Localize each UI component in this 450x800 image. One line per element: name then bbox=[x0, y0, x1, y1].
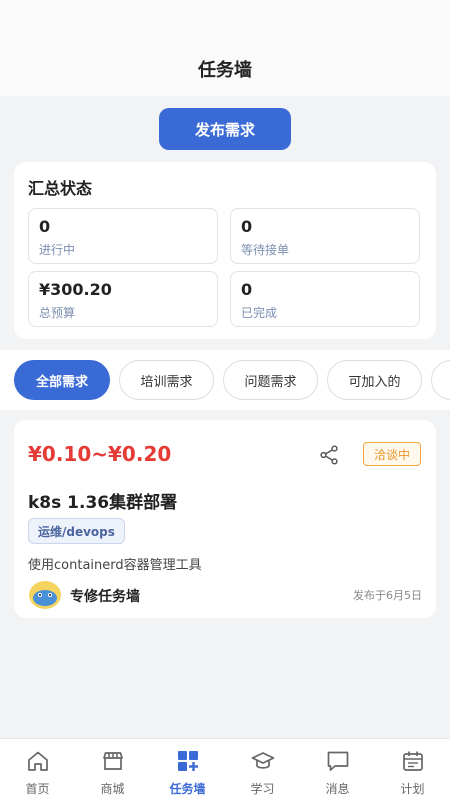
filter-tabs: 全部需求 培训需求 问题需求 可加入的 bbox=[0, 350, 450, 410]
store-icon bbox=[103, 752, 123, 770]
tab-training[interactable]: 培训需求 bbox=[119, 360, 214, 400]
task-title: k8s 1.36集群部署 bbox=[28, 493, 178, 513]
nav-store[interactable]: 商城 bbox=[75, 747, 150, 797]
stat-in-progress[interactable]: 0 进行中 bbox=[28, 208, 218, 264]
stat-value: 0 bbox=[241, 217, 253, 236]
nav-label: 任务墙 bbox=[169, 782, 206, 796]
publish-request-button[interactable]: 发布需求 bbox=[159, 108, 291, 150]
task-author: 专修任务墙 bbox=[70, 589, 140, 605]
message-icon bbox=[327, 751, 349, 771]
task-date: 发布于6月5日 bbox=[353, 589, 422, 602]
task-description: 使用containerd容器管理工具 bbox=[28, 558, 202, 573]
home-icon bbox=[28, 751, 48, 771]
summary-title: 汇总状态 bbox=[28, 179, 93, 198]
tab-all[interactable]: 全部需求 bbox=[14, 360, 110, 400]
grid-plus-icon bbox=[178, 751, 198, 771]
nav-home[interactable]: 首页 bbox=[0, 747, 75, 797]
stat-label: 进行中 bbox=[39, 243, 76, 257]
stat-value: ¥300.20 bbox=[39, 280, 112, 299]
nav-messages[interactable]: 消息 bbox=[300, 747, 375, 797]
bottom-nav: 首页 商城 任务墙 学习 消息 计划 bbox=[0, 738, 450, 800]
stat-label: 等待接单 bbox=[241, 243, 290, 257]
task-price: ¥0.10~¥0.20 bbox=[28, 442, 172, 466]
nav-plan[interactable]: 计划 bbox=[375, 747, 450, 797]
summary-card: 汇总状态 0 进行中 0 等待接单 ¥300.20 总预算 0 已完成 bbox=[14, 162, 436, 339]
page-title: 任务墙 bbox=[198, 60, 252, 81]
nav-task-wall[interactable]: 任务墙 bbox=[150, 747, 225, 797]
nav-label: 学习 bbox=[250, 782, 275, 796]
tab-more[interactable] bbox=[431, 360, 450, 400]
task-tag: 运维/devops bbox=[28, 518, 125, 544]
nav-label: 消息 bbox=[325, 782, 350, 796]
nav-learn[interactable]: 学习 bbox=[225, 747, 300, 797]
tab-issues[interactable]: 问题需求 bbox=[223, 360, 318, 400]
stat-label: 总预算 bbox=[39, 306, 76, 320]
nav-label: 首页 bbox=[25, 782, 50, 796]
stat-value: 0 bbox=[39, 217, 51, 236]
graduation-cap-icon bbox=[251, 752, 275, 769]
tab-joinable[interactable]: 可加入的 bbox=[327, 360, 422, 400]
calendar-icon bbox=[403, 751, 423, 771]
stat-label: 已完成 bbox=[241, 306, 278, 320]
stat-completed[interactable]: 0 已完成 bbox=[230, 271, 420, 327]
avatar bbox=[29, 581, 61, 609]
nav-label: 计划 bbox=[400, 782, 425, 796]
task-card[interactable]: ¥0.10~¥0.20 洽谈中 k8s 1.36集群部署 运维/devops 使… bbox=[14, 420, 436, 618]
nav-label: 商城 bbox=[100, 782, 125, 796]
stat-value: 0 bbox=[241, 280, 253, 299]
header: 任务墙 bbox=[0, 0, 450, 96]
stat-budget[interactable]: ¥300.20 总预算 bbox=[28, 271, 218, 327]
stat-waiting[interactable]: 0 等待接单 bbox=[230, 208, 420, 264]
share-icon[interactable] bbox=[318, 444, 340, 466]
status-badge: 洽谈中 bbox=[363, 442, 421, 466]
